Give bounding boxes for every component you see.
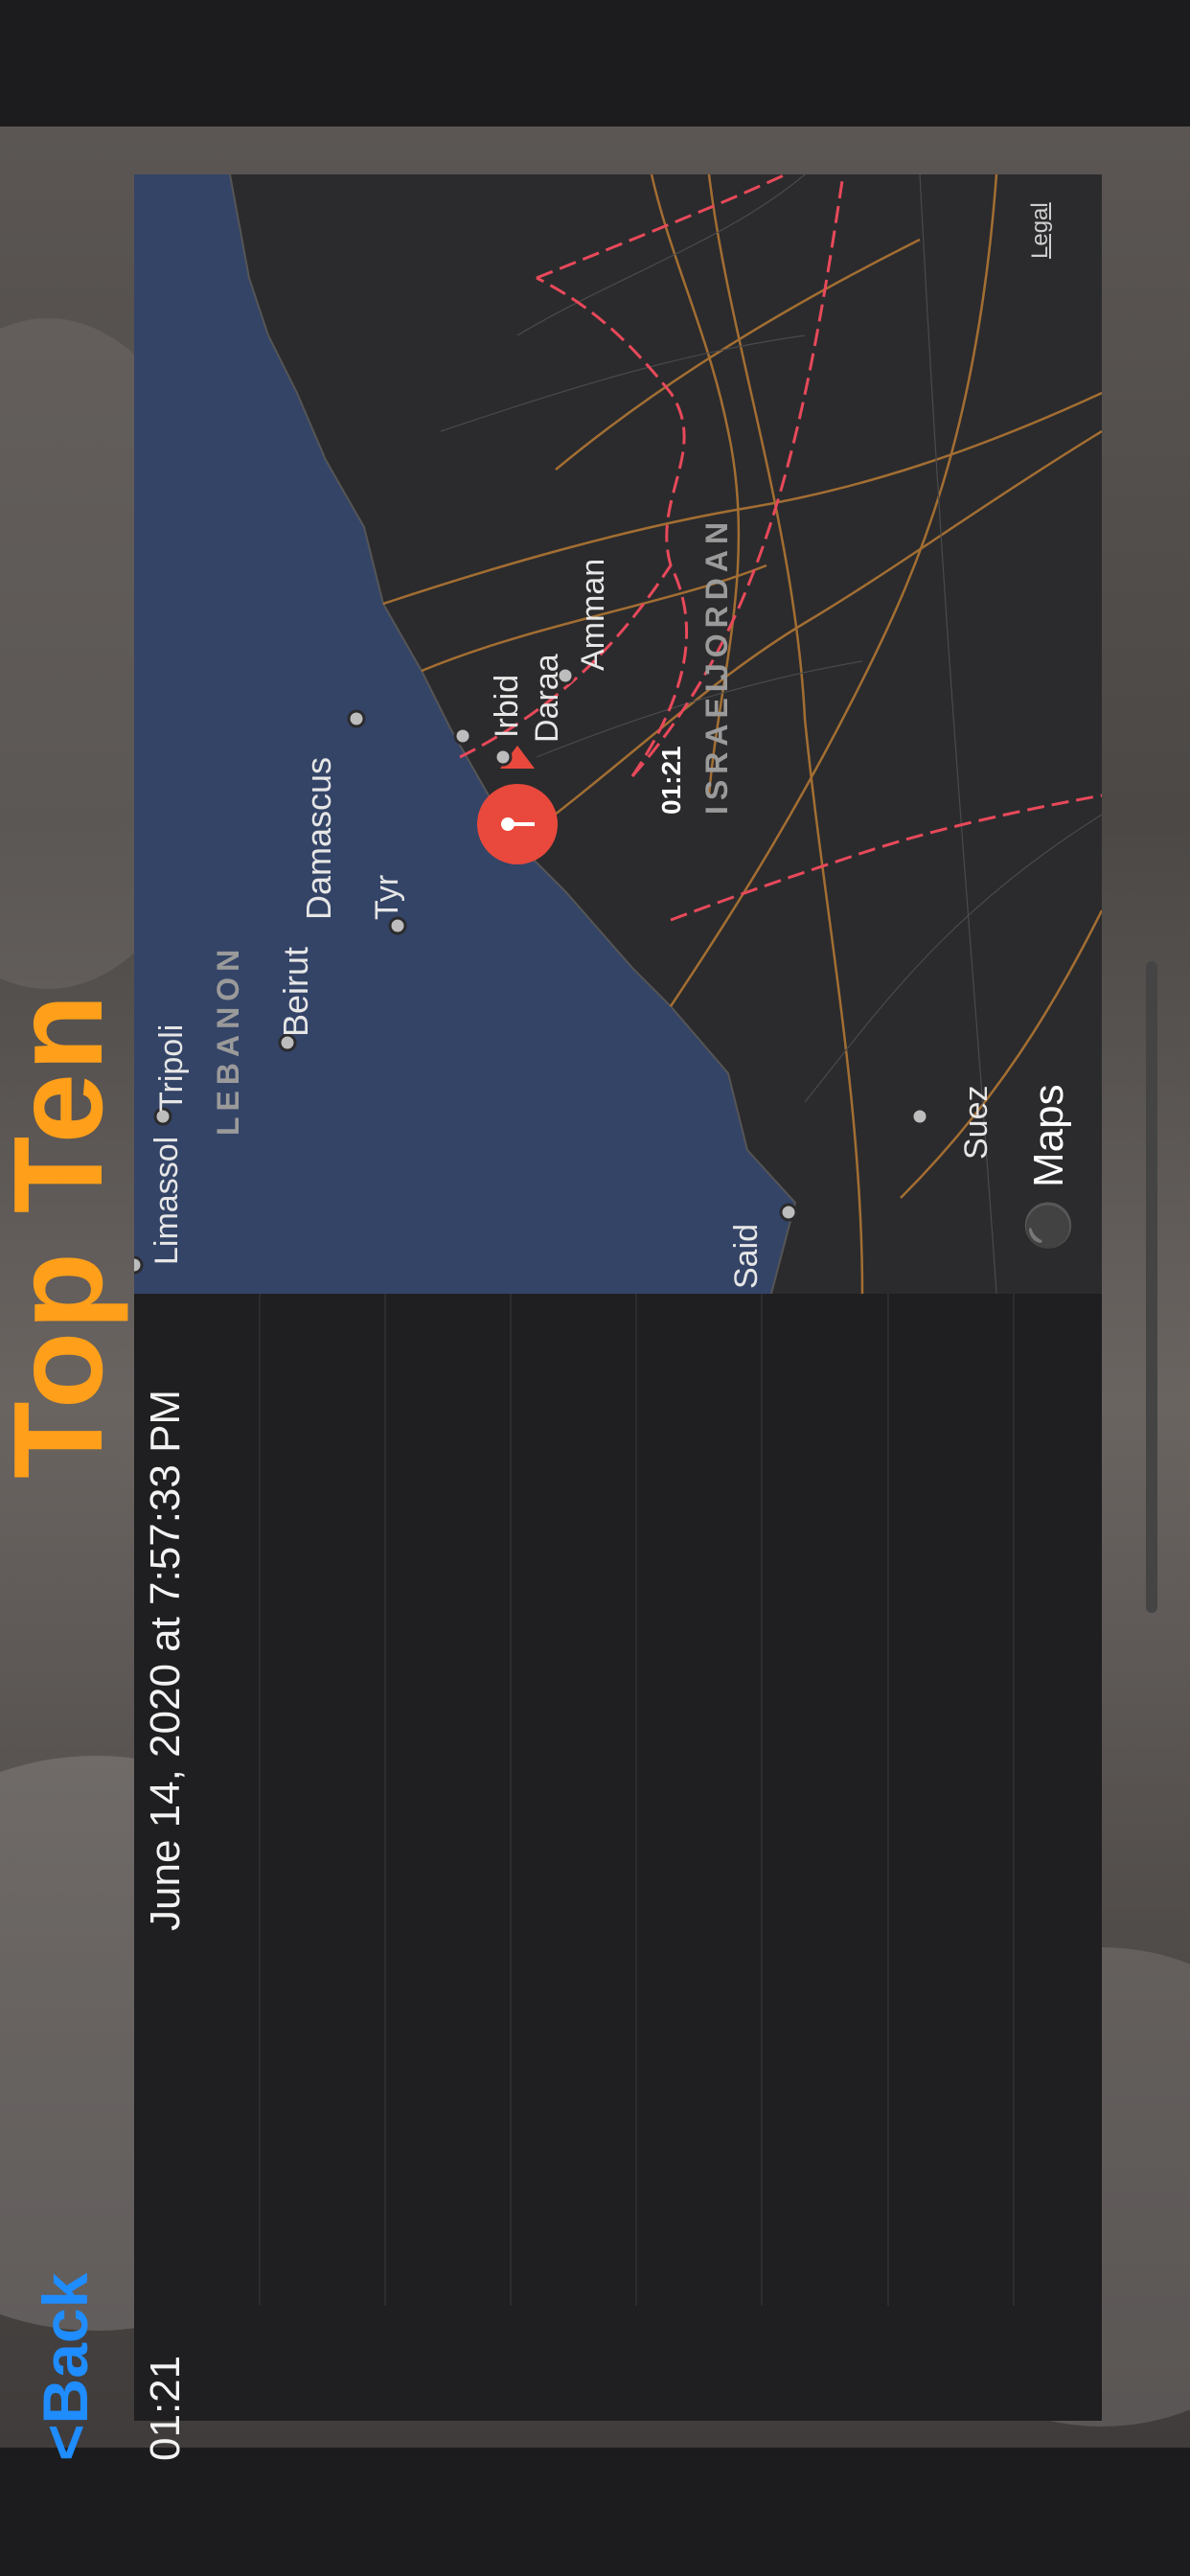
location-pin [477,746,558,864]
city-label-tripoli: Tripoli [153,1024,190,1112]
page-title: Top Ten [0,992,128,1479]
map-view[interactable]: Limassol Tripoli LEBANON Beirut Damascus… [134,174,1102,1294]
legal-link[interactable]: Legal [1027,202,1054,259]
entry-time: 01:21 [142,2355,189,2461]
pin-time-label: 01:21 [656,746,686,815]
device-frame: Limassol Tripoli LEBANON Beirut Damascus… [0,0,1190,2576]
country-label-israel: ISRAEL [699,667,734,815]
city-label-beirut: Beirut [276,946,315,1037]
city-label-irbid: Irbid [489,674,525,738]
maps-attribution[interactable]: ⚫ Maps [1023,1084,1073,1252]
city-label-said: Said [728,1223,765,1289]
city-label-limassol: Limassol [149,1136,185,1265]
country-label-lebanon: LEBANON [211,943,245,1136]
country-label-jordan: JORDAN [699,516,734,680]
landscape-content: Limassol Tripoli LEBANON Beirut Damascus… [0,0,1190,2576]
maps-brand-label: Maps [1025,1084,1072,1187]
apple-logo-icon: ⚫ [1025,1199,1072,1252]
city-label-suez: Suez [958,1085,995,1161]
back-button[interactable]: <Back [29,2273,102,2461]
city-label-tyr: Tyr [369,874,405,920]
city-label-damascus: Damascus [299,756,338,920]
city-label-amman: Amman [575,558,611,671]
detail-panel [134,1146,1102,2421]
city-label-daraa: Daraa [529,654,565,743]
entry-date: June 14, 2020 at 7:57:33 PM [142,1389,189,1931]
map-canvas [134,174,1102,1294]
scroll-indicator[interactable] [1146,961,1157,1613]
